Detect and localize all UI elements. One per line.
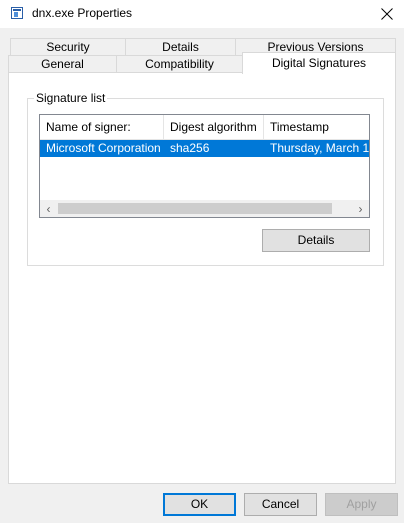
column-header-signer[interactable]: Name of signer:	[40, 115, 164, 139]
signature-listview[interactable]: Name of signer: Digest algorithm Timesta…	[39, 114, 370, 218]
chevron-right-icon[interactable]: ›	[352, 200, 369, 217]
title-bar: dnx.exe Properties	[0, 0, 404, 28]
digest-cell: sha256	[170, 141, 210, 155]
signer-cell: Microsoft Corporation	[46, 141, 161, 155]
column-header-timestamp[interactable]: Timestamp	[264, 115, 369, 139]
listview-header: Name of signer: Digest algorithm Timesta…	[40, 115, 369, 140]
horizontal-scrollbar[interactable]: ‹ ›	[40, 200, 369, 217]
ok-button[interactable]: OK	[163, 493, 236, 516]
column-header-digest[interactable]: Digest algorithm	[164, 115, 264, 139]
chevron-left-icon[interactable]: ‹	[40, 200, 57, 217]
tab-compatibility[interactable]: Compatibility	[116, 55, 243, 73]
tab-panel-digital-signatures: Signature list Name of signer: Digest al…	[8, 72, 396, 484]
tab-details[interactable]: Details	[125, 38, 236, 56]
tab-general[interactable]: General	[8, 55, 117, 73]
timestamp-cell: Thursday, March 10, 2016	[270, 141, 370, 155]
cancel-button[interactable]: Cancel	[244, 493, 317, 516]
close-button[interactable]	[370, 0, 404, 28]
tab-security[interactable]: Security	[10, 38, 126, 56]
details-button[interactable]: Details	[262, 229, 370, 252]
table-row[interactable]: Microsoft Corporation sha256 Thursday, M…	[40, 140, 369, 157]
window-title: dnx.exe Properties	[32, 6, 133, 20]
tab-digital-signatures[interactable]: Digital Signatures	[242, 52, 396, 74]
scrollbar-thumb[interactable]	[58, 203, 332, 214]
signature-list-group: Signature list Name of signer: Digest al…	[27, 91, 384, 266]
properties-dialog: dnx.exe Properties Security Details Prev…	[0, 0, 404, 523]
apply-button[interactable]: Apply	[325, 493, 398, 516]
close-icon	[381, 8, 393, 20]
signature-list-label: Signature list	[34, 91, 108, 105]
app-window-icon	[11, 7, 23, 19]
